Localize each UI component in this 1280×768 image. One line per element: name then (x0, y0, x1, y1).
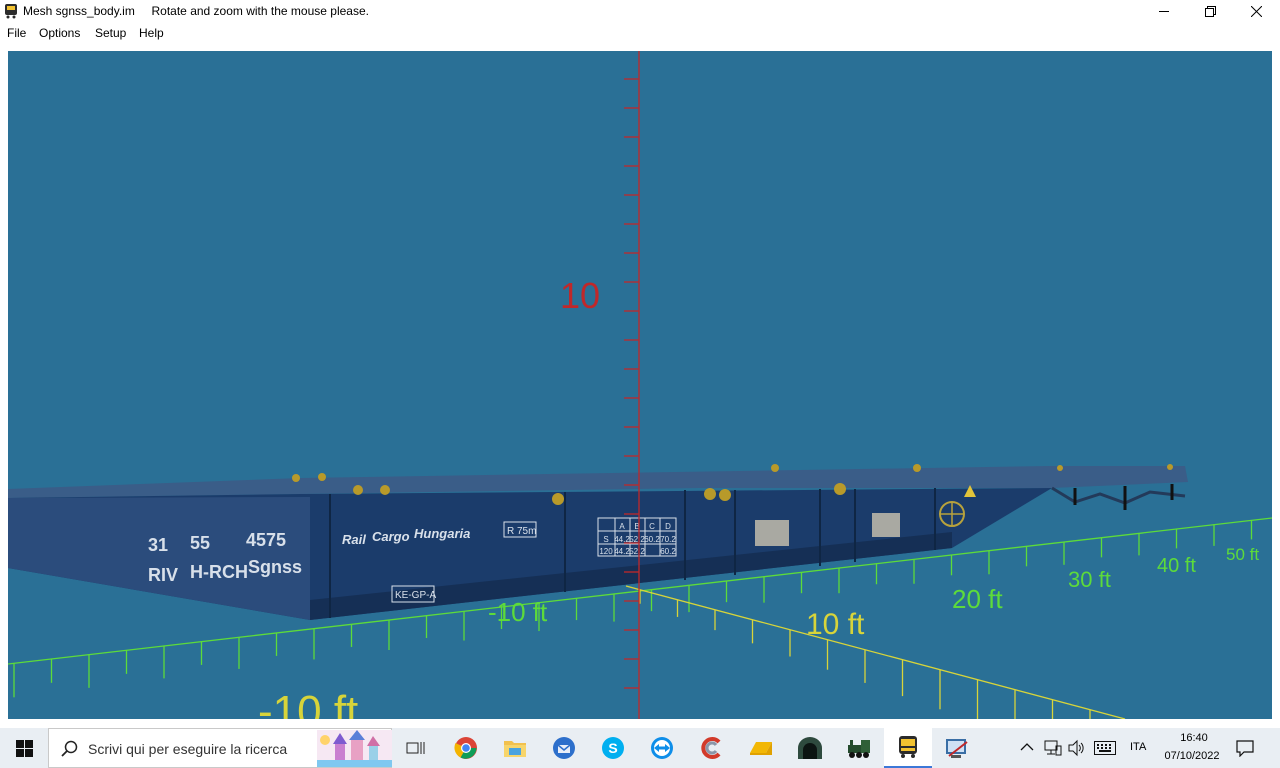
ccleaner-icon (701, 737, 721, 759)
app-bus-icon (4, 3, 18, 19)
task-view-button[interactable] (392, 728, 440, 768)
scene-canvas: A B C D S 44.2 52.2 60.2 70.2 120 44.2 5… (8, 51, 1272, 719)
wagon-number-3: 4575 (246, 530, 286, 550)
load-row2-label: 120 (599, 547, 613, 556)
input-language[interactable]: ITA (1130, 741, 1146, 753)
green-label-50: 50 ft (1226, 545, 1259, 564)
yellow-label-10: 10 ft (806, 608, 865, 641)
load-col-a: A (619, 522, 625, 531)
folder-icon (504, 741, 526, 757)
yellow-axis (625, 585, 1126, 719)
menu-file[interactable]: File (7, 26, 26, 40)
svg-text:S: S (608, 740, 617, 756)
tunnel-icon (798, 737, 822, 759)
volume-icon[interactable] (1068, 739, 1086, 757)
clock-time[interactable]: 16:40 (1164, 732, 1224, 744)
teamviewer-icon (651, 737, 673, 759)
skype-icon: S (602, 737, 624, 759)
minimize-icon (1159, 11, 1169, 12)
yellow-folder-icon (750, 742, 772, 755)
mesh-viewport[interactable]: A B C D S 44.2 52.2 60.2 70.2 120 44.2 5… (8, 51, 1272, 719)
vertical-axis (624, 51, 640, 719)
search-placeholder: Scrivi qui per eseguire la ricerca (88, 741, 288, 757)
load-row2-d: 60.2 (660, 547, 676, 556)
notification-icon[interactable] (1236, 739, 1254, 757)
green-label-20: 20 ft (952, 584, 1003, 614)
load-row1-d: 70.2 (660, 535, 676, 544)
skype-button[interactable]: S (589, 728, 637, 768)
thunderbird-icon (553, 737, 575, 759)
teamviewer-button[interactable] (638, 728, 686, 768)
wagon-type: Sgnss (248, 557, 302, 577)
tag-r75m: R 75m (507, 526, 536, 537)
menu-setup[interactable]: Setup (95, 26, 126, 40)
green-label-30: 30 ft (1068, 567, 1111, 592)
castle-illustration-icon (317, 730, 392, 767)
search-icon (61, 740, 78, 757)
title-bar: Mesh sgnss_body.im Rotate and zoom with … (0, 0, 1280, 22)
wagon-mesh: A B C D S 44.2 52.2 60.2 70.2 120 44.2 5… (8, 464, 1188, 620)
chevron-up-icon[interactable] (1020, 742, 1034, 752)
chrome-icon (454, 737, 477, 759)
menu-help[interactable]: Help (139, 26, 164, 40)
menu-bar: File Options Setup Help (0, 22, 1280, 43)
locomotive-icon (848, 740, 870, 758)
wagon-number-1: 31 (148, 535, 168, 555)
load-row1-c: 60.2 (644, 535, 660, 544)
load-row2-b: 52.2 (629, 547, 645, 556)
clock-date[interactable]: 07/10/2022 (1160, 750, 1224, 762)
brand-hungaria: Hungaria (414, 526, 470, 541)
network-icon[interactable] (1044, 739, 1062, 757)
bus-icon (899, 736, 917, 758)
control-panel-icon (946, 739, 968, 758)
ccleaner-button[interactable] (688, 728, 736, 768)
restore-button[interactable] (1187, 0, 1233, 22)
taskbar: Scrivi qui per eseguire la ricerca S ITA… (0, 728, 1280, 768)
wagon-number-2: 55 (190, 533, 210, 553)
onedrive-folder-button[interactable] (737, 728, 785, 768)
control-app-button[interactable] (933, 728, 981, 768)
close-button[interactable] (1233, 0, 1279, 22)
wagon-riv: RIV (148, 565, 178, 585)
window-hint: Rotate and zoom with the mouse please. (151, 4, 369, 18)
taskbar-search[interactable]: Scrivi qui per eseguire la ricerca (48, 728, 392, 768)
start-button[interactable] (0, 728, 48, 768)
task-view-icon (406, 742, 425, 754)
thunderbird-button[interactable] (540, 728, 588, 768)
tag-ke-gp-a: KE-GP-A (395, 590, 436, 601)
yellow-label-minus10: -10 ft (258, 687, 358, 719)
tunnel-app-button[interactable] (786, 728, 834, 768)
wagon-hrch: H-RCH (190, 562, 248, 582)
green-label-40: 40 ft (1157, 555, 1196, 577)
green-label-minus10: -10 ft (488, 597, 548, 627)
bus-app-button[interactable] (884, 728, 932, 768)
window-title: Mesh sgnss_body.im (23, 4, 135, 18)
chrome-button[interactable] (442, 728, 490, 768)
file-explorer-button[interactable] (491, 728, 539, 768)
restore-icon (1204, 5, 1216, 17)
menu-options[interactable]: Options (39, 26, 80, 40)
close-icon (1250, 5, 1262, 17)
vertical-axis-label: 10 (560, 275, 600, 316)
brand-rail: Rail (342, 532, 366, 547)
load-row1-label: S (603, 535, 608, 544)
brand-cargo: Cargo (372, 529, 410, 544)
load-col-c: C (649, 522, 655, 531)
load-row2-a: 44.2 (614, 547, 630, 556)
minimize-button[interactable] (1141, 0, 1187, 22)
load-col-d: D (665, 522, 671, 531)
steam-locomotive-button[interactable] (835, 728, 883, 768)
keyboard-icon[interactable] (1094, 741, 1116, 755)
windows-icon (15, 739, 33, 757)
